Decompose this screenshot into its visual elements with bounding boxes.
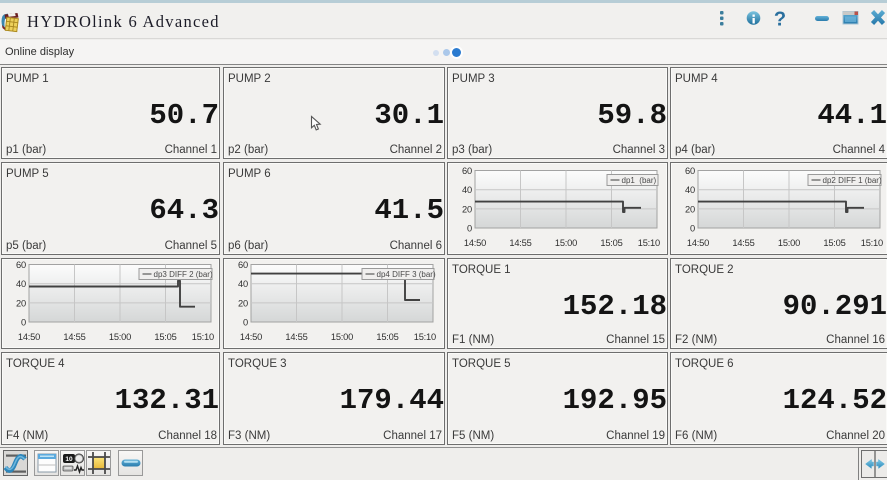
svg-text:dp2 DIFF 1 (bar): dp2 DIFF 1 (bar) — [823, 176, 882, 185]
svg-text:dp1 (bar): dp1 (bar) — [622, 176, 657, 185]
svg-text:40: 40 — [462, 185, 472, 195]
svg-text:40: 40 — [16, 279, 26, 289]
svg-text:15:00: 15:00 — [331, 332, 353, 342]
svg-text:15:00: 15:00 — [555, 238, 577, 248]
svg-text:14:55: 14:55 — [732, 238, 754, 248]
svg-text:14:55: 14:55 — [63, 332, 85, 342]
svg-text:15:10: 15:10 — [414, 332, 436, 342]
svg-text:15:05: 15:05 — [376, 332, 398, 342]
svg-text:20: 20 — [238, 298, 248, 308]
svg-text:14:55: 14:55 — [509, 238, 531, 248]
svg-text:10: 10 — [65, 456, 73, 463]
svg-text:40: 40 — [685, 185, 695, 195]
svg-text:15:10: 15:10 — [192, 332, 214, 342]
svg-text:60: 60 — [238, 260, 248, 270]
svg-text:0: 0 — [690, 224, 695, 234]
svg-text:14:50: 14:50 — [18, 332, 40, 342]
svg-text:20: 20 — [462, 204, 472, 214]
svg-text:0: 0 — [467, 224, 472, 234]
svg-text:15:10: 15:10 — [638, 238, 660, 248]
svg-text:0: 0 — [21, 318, 26, 328]
svg-text:15:05: 15:05 — [600, 238, 622, 248]
svg-text:0: 0 — [243, 318, 248, 328]
svg-text:dp4 DIFF 3 (bar): dp4 DIFF 3 (bar) — [377, 270, 436, 279]
svg-text:15:10: 15:10 — [861, 238, 883, 248]
svg-text:20: 20 — [685, 204, 695, 214]
svg-text:15:00: 15:00 — [778, 238, 800, 248]
svg-text:20: 20 — [16, 298, 26, 308]
svg-text:60: 60 — [685, 166, 695, 176]
svg-text:?: ? — [774, 9, 786, 31]
svg-text:15:00: 15:00 — [109, 332, 131, 342]
svg-text:60: 60 — [462, 166, 472, 176]
svg-text:dp3 DIFF 2 (bar): dp3 DIFF 2 (bar) — [154, 270, 213, 279]
svg-text:14:50: 14:50 — [240, 332, 262, 342]
svg-text:15:05: 15:05 — [823, 238, 845, 248]
svg-text:15:05: 15:05 — [154, 332, 176, 342]
svg-text:40: 40 — [238, 279, 248, 289]
svg-text:60: 60 — [16, 260, 26, 270]
svg-text:14:50: 14:50 — [687, 238, 709, 248]
svg-text:14:55: 14:55 — [285, 332, 307, 342]
svg-text:14:50: 14:50 — [464, 238, 486, 248]
